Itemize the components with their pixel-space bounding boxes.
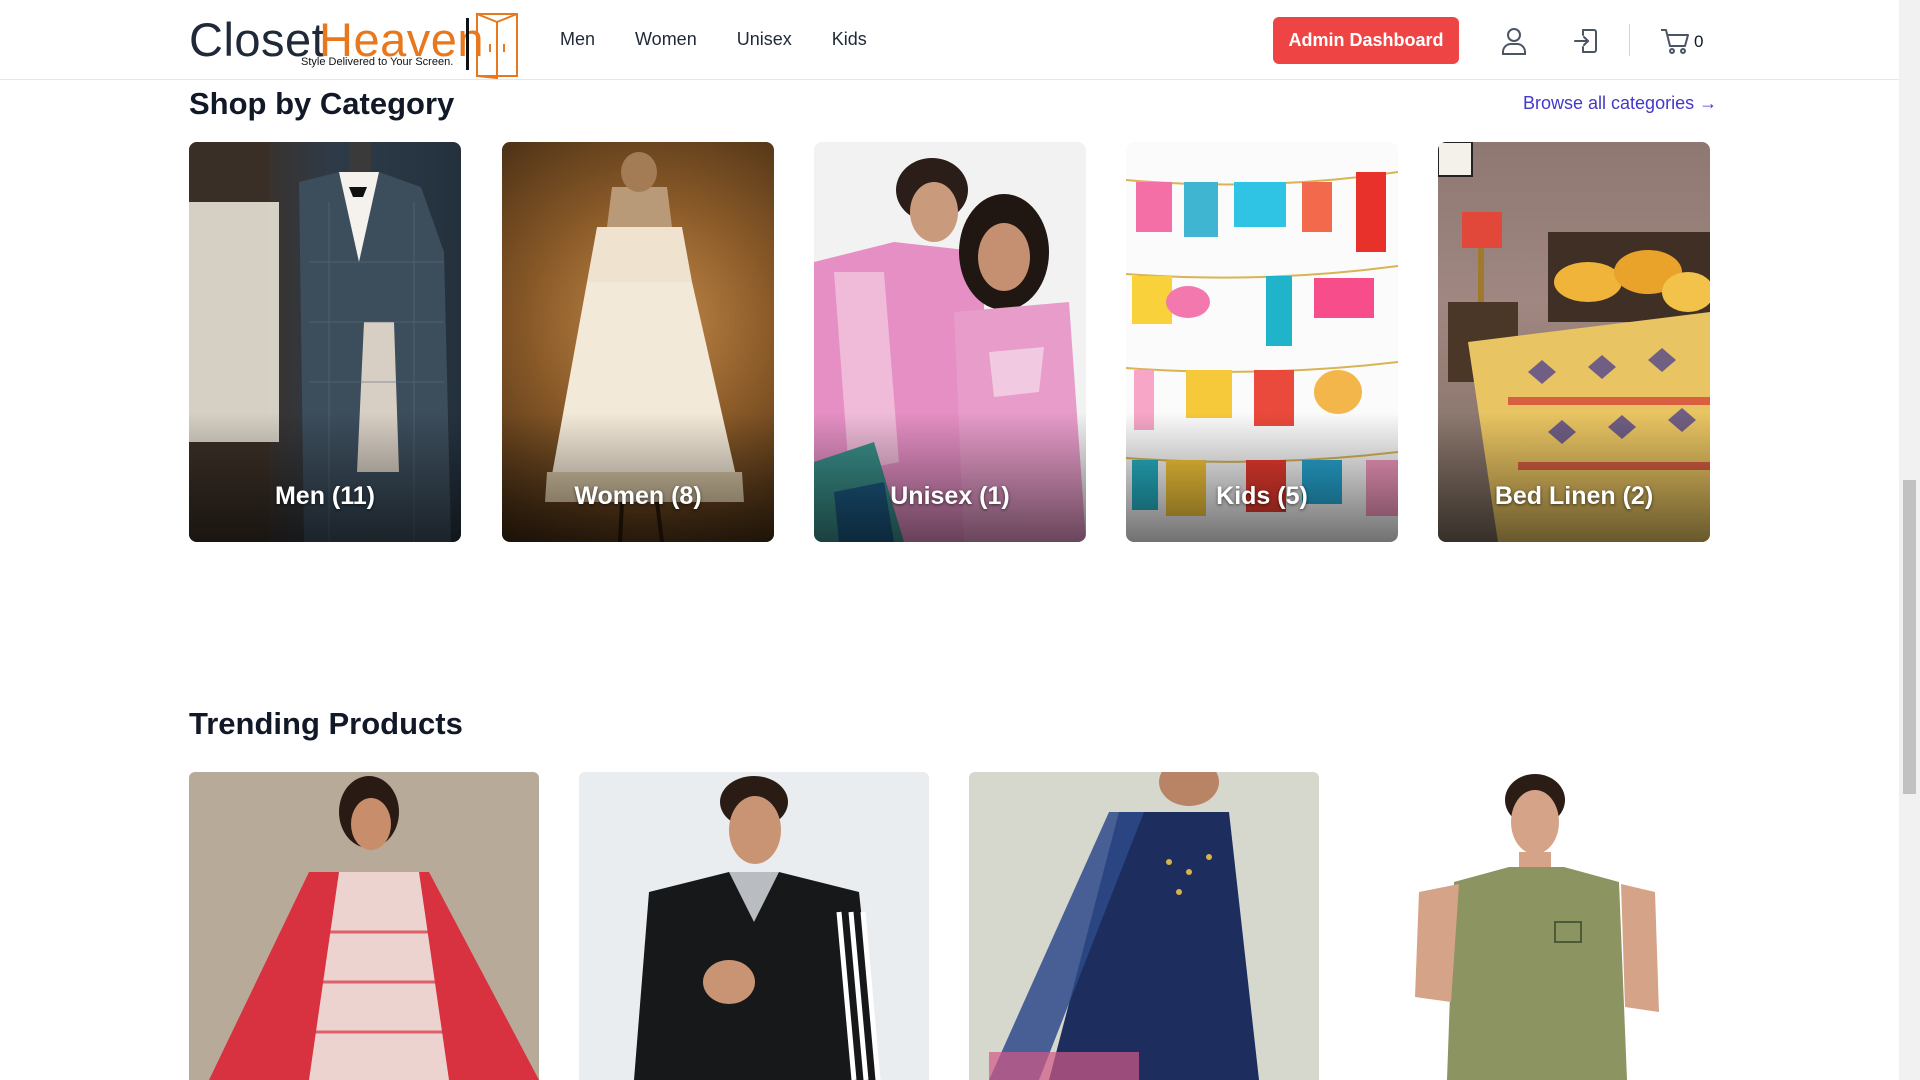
- category-card-bed-linen[interactable]: Bed Linen (2): [1438, 142, 1710, 542]
- nav-item-unisex[interactable]: Unisex: [737, 29, 792, 50]
- nav-item-kids[interactable]: Kids: [832, 29, 867, 50]
- section-title-categories: Shop by Category: [189, 86, 455, 121]
- product-image: [634, 776, 881, 1080]
- product-image: [209, 776, 539, 1080]
- cart-count: 0: [1694, 32, 1704, 51]
- cart-icon[interactable]: [1659, 26, 1691, 56]
- category-label-men: Men (11): [274, 482, 376, 510]
- brand-tagline: Style Delivered to Your Screen.: [301, 56, 454, 68]
- user-icon[interactable]: [1500, 26, 1528, 56]
- section-title-trending: Trending Products: [189, 706, 463, 741]
- category-label-women: Women (8): [574, 482, 702, 510]
- logo-divider: [466, 18, 469, 70]
- product-image: [989, 772, 1259, 1080]
- category-overlay: [502, 412, 774, 542]
- category-overlay: [1438, 412, 1710, 542]
- header-divider: [1629, 24, 1630, 56]
- product-card[interactable]: [579, 772, 929, 1080]
- site-header: Closet Heaven Style Delivered to Your Sc…: [0, 0, 1899, 80]
- product-card[interactable]: [969, 772, 1319, 1080]
- browse-all-categories-link[interactable]: Browse all categories →: [1523, 93, 1717, 114]
- category-card-men[interactable]: Men (11): [189, 142, 461, 542]
- nav-item-men[interactable]: Men: [560, 29, 595, 50]
- category-card-unisex[interactable]: Unisex (1): [814, 142, 1086, 542]
- category-label-bed-linen: Bed Linen (2): [1494, 482, 1654, 510]
- category-card-women[interactable]: Women (8): [502, 142, 774, 542]
- category-overlay: [189, 412, 461, 542]
- page-scrollbar-thumb[interactable]: [1903, 480, 1916, 794]
- logout-icon[interactable]: [1572, 26, 1600, 56]
- wardrobe-logo-icon: [476, 12, 518, 80]
- category-overlay: [814, 412, 1086, 542]
- product-image: [1415, 774, 1659, 1080]
- nav-item-women[interactable]: Women: [635, 29, 697, 50]
- brand-logo[interactable]: Closet Heaven Style Delivered to Your Sc…: [189, 8, 522, 80]
- category-overlay: [1126, 412, 1398, 542]
- product-card[interactable]: [189, 772, 539, 1080]
- admin-dashboard-button[interactable]: Admin Dashboard: [1273, 17, 1459, 64]
- category-label-kids: Kids (5): [1216, 482, 1308, 510]
- category-label-unisex: Unisex (1): [890, 482, 1010, 510]
- main-nav: Men Women Unisex Kids: [560, 29, 867, 50]
- product-card[interactable]: [1359, 772, 1709, 1080]
- category-card-kids[interactable]: Kids (5): [1126, 142, 1398, 542]
